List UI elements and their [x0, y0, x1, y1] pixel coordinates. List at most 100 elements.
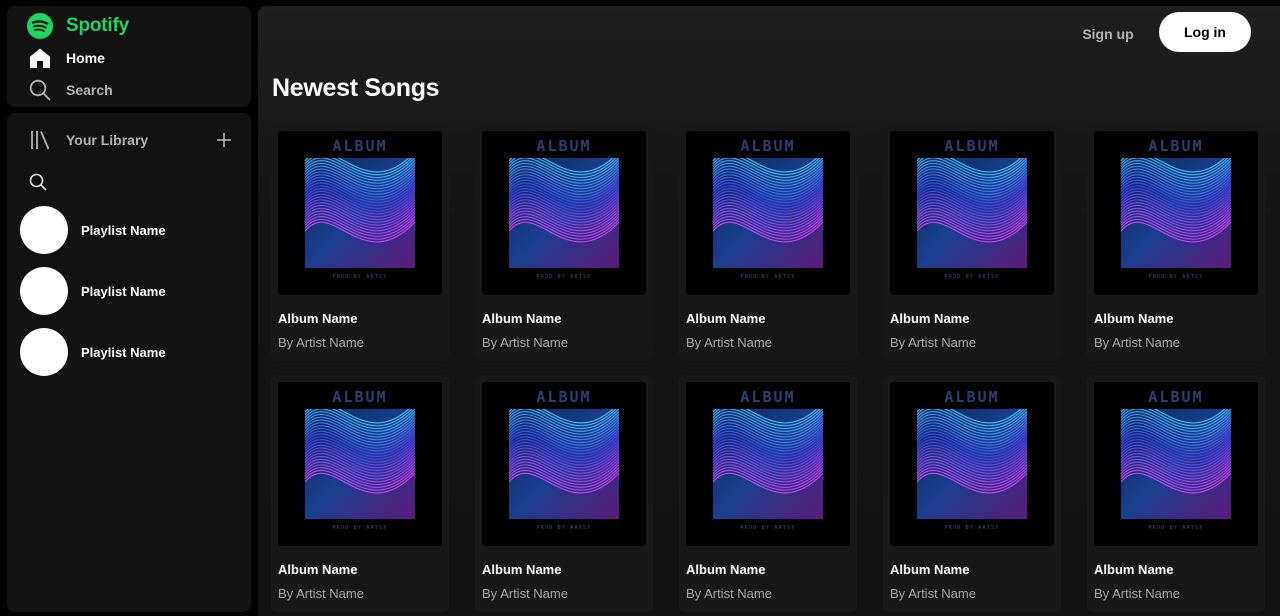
library-label[interactable]: Your Library	[66, 132, 148, 148]
cover-title-text: ALBUM	[740, 137, 795, 155]
plus-icon	[217, 133, 231, 147]
album-card[interactable]: ALBUM PROD BY ARTSY Album Name By Artist Na…	[679, 124, 857, 361]
cover-title-text: ALBUM	[944, 388, 999, 406]
album-cover: ALBUM PROD BY ARTSY	[482, 382, 646, 546]
playlist-name: Playlist Name	[81, 344, 166, 360]
library-search-button[interactable]	[28, 172, 48, 192]
search-icon	[29, 173, 47, 191]
playlist-thumbnail	[20, 267, 68, 315]
cover-credit-text: PROD BY ARTSY	[333, 274, 388, 280]
album-cover: ALBUM PROD BY ARTSY	[1094, 131, 1258, 295]
signup-button[interactable]: Sign up	[1078, 23, 1138, 45]
album-name: Album Name	[1094, 311, 1174, 326]
nav-item-label: Search	[66, 82, 113, 98]
album-cover-art: ALBUM PROD BY ARTSY	[1094, 131, 1258, 295]
login-button[interactable]: Log in	[1159, 12, 1251, 52]
main-content: Sign up Log in Newest Songs ALBUM PROD BY…	[258, 6, 1280, 616]
album-name: Album Name	[890, 562, 970, 577]
artist-name: By Artist Name	[686, 586, 772, 601]
artist-name: By Artist Name	[482, 335, 568, 350]
playlist-thumbnail	[20, 328, 68, 376]
search-icon	[27, 77, 53, 103]
album-cover-art: ALBUM PROD BY ARTSY	[686, 131, 850, 295]
library-panel: Your Library Playlist Name Playlist Name	[7, 113, 251, 612]
cover-credit-text: PROD BY ARTSY	[1149, 525, 1204, 531]
add-playlist-button[interactable]	[211, 127, 237, 153]
album-cover-art: ALBUM PROD BY ARTSY	[1094, 382, 1258, 546]
playlist-item[interactable]: Playlist Name	[20, 267, 166, 315]
album-card[interactable]: ALBUM PROD BY ARTSY Album Name By Artist Na…	[271, 124, 449, 361]
cover-credit-text: PROD BY ARTSY	[741, 525, 796, 531]
library-icon[interactable]	[27, 127, 53, 153]
artist-name: By Artist Name	[686, 335, 772, 350]
album-cover: ALBUM PROD BY ARTSY	[278, 382, 442, 546]
spotify-logo-icon	[27, 13, 53, 39]
album-cover: ALBUM PROD BY ARTSY	[686, 131, 850, 295]
album-cover: ALBUM PROD BY ARTSY	[890, 131, 1054, 295]
album-name: Album Name	[686, 311, 766, 326]
app: Spotify Home Search Your Library Playlis…	[0, 0, 1280, 616]
brand-name: Spotify	[66, 15, 129, 36]
album-name: Album Name	[686, 562, 766, 577]
album-cover-art: ALBUM PROD BY ARTSY	[278, 382, 442, 546]
artist-name: By Artist Name	[1094, 586, 1180, 601]
nav-item-label: Home	[66, 50, 105, 66]
nav-item-search[interactable]: Search	[27, 77, 113, 103]
album-cover-art: ALBUM PROD BY ARTSY	[278, 131, 442, 295]
album-card[interactable]: ALBUM PROD BY ARTSY Album Name By Artist Na…	[1087, 124, 1265, 361]
cover-credit-text: PROD BY ARTSY	[945, 274, 1000, 280]
album-name: Album Name	[482, 311, 562, 326]
cover-title-text: ALBUM	[536, 388, 591, 406]
cover-credit-text: PROD BY ARTSY	[537, 274, 592, 280]
cover-credit-text: PROD BY ARTSY	[741, 274, 796, 280]
section-title: Newest Songs	[272, 74, 440, 102]
album-card[interactable]: ALBUM PROD BY ARTSY Album Name By Artist Na…	[475, 124, 653, 361]
album-cover-art: ALBUM PROD BY ARTSY	[686, 382, 850, 546]
album-card[interactable]: ALBUM PROD BY ARTSY Album Name By Artist Na…	[883, 124, 1061, 361]
cover-title-text: ALBUM	[332, 137, 387, 155]
album-card[interactable]: ALBUM PROD BY ARTSY Album Name By Artist Na…	[475, 375, 653, 612]
playlist-item[interactable]: Playlist Name	[20, 328, 166, 376]
album-cover: ALBUM PROD BY ARTSY	[686, 382, 850, 546]
artist-name: By Artist Name	[890, 586, 976, 601]
playlist-name: Playlist Name	[81, 283, 166, 299]
artist-name: By Artist Name	[278, 586, 364, 601]
album-cover: ALBUM PROD BY ARTSY	[890, 382, 1054, 546]
nav-item-home[interactable]: Home	[27, 45, 105, 71]
cover-title-text: ALBUM	[332, 388, 387, 406]
cover-title-text: ALBUM	[1148, 137, 1203, 155]
album-cover-art: ALBUM PROD BY ARTSY	[890, 131, 1054, 295]
album-name: Album Name	[1094, 562, 1174, 577]
playlist-item[interactable]: Playlist Name	[20, 206, 166, 254]
cover-title-text: ALBUM	[1148, 388, 1203, 406]
artist-name: By Artist Name	[278, 335, 364, 350]
playlist-name: Playlist Name	[81, 222, 166, 238]
album-card[interactable]: ALBUM PROD BY ARTSY Album Name By Artist Na…	[679, 375, 857, 612]
album-name: Album Name	[278, 562, 358, 577]
album-cover: ALBUM PROD BY ARTSY	[1094, 382, 1258, 546]
album-card[interactable]: ALBUM PROD BY ARTSY Album Name By Artist Na…	[271, 375, 449, 612]
album-card[interactable]: ALBUM PROD BY ARTSY Album Name By Artist Na…	[883, 375, 1061, 612]
brand[interactable]: Spotify	[27, 12, 129, 40]
album-name: Album Name	[278, 311, 358, 326]
album-card[interactable]: ALBUM PROD BY ARTSY Album Name By Artist Na…	[1087, 375, 1265, 612]
cover-credit-text: PROD BY ARTSY	[945, 525, 1000, 531]
cover-title-text: ALBUM	[740, 388, 795, 406]
playlist-thumbnail	[20, 206, 68, 254]
artist-name: By Artist Name	[1094, 335, 1180, 350]
album-name: Album Name	[890, 311, 970, 326]
album-cover: ALBUM PROD BY ARTSY	[278, 131, 442, 295]
cover-credit-text: PROD BY ARTSY	[1149, 274, 1204, 280]
album-name: Album Name	[482, 562, 562, 577]
album-cover-art: ALBUM PROD BY ARTSY	[482, 131, 646, 295]
home-icon	[27, 45, 53, 71]
cover-title-text: ALBUM	[944, 137, 999, 155]
cover-credit-text: PROD BY ARTSY	[333, 525, 388, 531]
cover-title-text: ALBUM	[536, 137, 591, 155]
library-header: Your Library	[27, 127, 237, 153]
album-cover: ALBUM PROD BY ARTSY	[482, 131, 646, 295]
album-cover-art: ALBUM PROD BY ARTSY	[482, 382, 646, 546]
nav-panel: Spotify Home Search	[7, 6, 251, 107]
artist-name: By Artist Name	[890, 335, 976, 350]
artist-name: By Artist Name	[482, 586, 568, 601]
